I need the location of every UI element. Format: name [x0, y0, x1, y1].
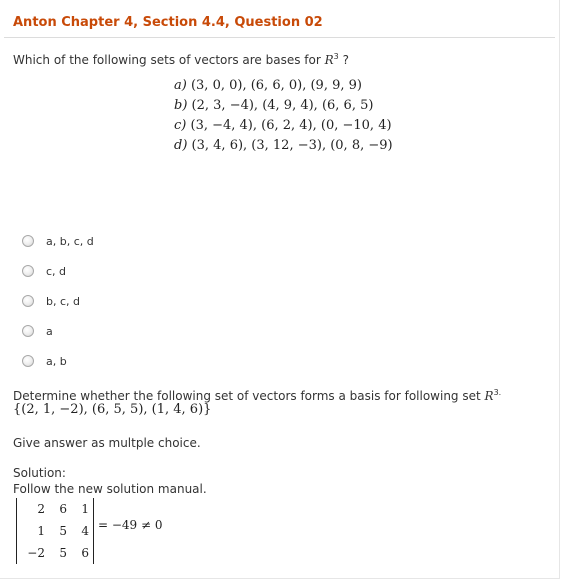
vector-set-key: b) — [174, 98, 188, 113]
vector-set-key: c) — [174, 118, 187, 133]
vector-set-a: a) (3, 0, 0), (6, 6, 0), (9, 9, 9) — [174, 76, 393, 96]
vector-set-list: a) (3, 0, 0), (6, 6, 0), (9, 9, 9) b) (2… — [174, 76, 393, 156]
vector-set-key: d) — [174, 138, 188, 153]
answer-option-4[interactable]: a — [22, 316, 94, 346]
vector-set-d: d) (3, 4, 6), (3, 12, −3), (0, 8, −9) — [174, 136, 393, 156]
vector-set-text: (3, 4, 6), (3, 12, −3), (0, 8, −9) — [191, 138, 393, 153]
vector-set: {(2, 1, −2), (6, 5, 5), (1, 4, 6)} — [13, 402, 212, 417]
matrix-row: −2 5 6 — [17, 542, 93, 564]
question-space: R — [324, 53, 334, 67]
title-divider — [4, 37, 555, 38]
matrix-row: 2 6 1 — [17, 498, 93, 520]
radio-button[interactable] — [22, 355, 34, 367]
solution-label: Solution: — [13, 466, 66, 480]
matrix-cell: 4 — [81, 524, 89, 538]
vector-set-c: c) (3, −4, 4), (6, 2, 4), (0, −10, 4) — [174, 116, 393, 136]
matrix-cell: 1 — [81, 502, 89, 516]
answer-option-1[interactable]: a, b, c, d — [22, 226, 94, 256]
matrix-cell: 1 — [37, 524, 45, 538]
question-suffix: ? — [338, 53, 349, 67]
determine-exponent: 3. — [493, 388, 502, 397]
answer-option-label: a, b — [46, 354, 67, 368]
matrix-row: 1 5 4 — [17, 520, 93, 542]
radio-button[interactable] — [22, 325, 34, 337]
determine-prefix: Determine whether the following set of v… — [13, 389, 485, 403]
instruction-text: Give answer as multple choice. — [13, 436, 201, 450]
determine-text: Determine whether the following set of v… — [13, 388, 501, 403]
matrix-cell: 5 — [59, 524, 67, 538]
solution-note: Follow the new solution manual. — [13, 482, 207, 496]
question-prefix: Which of the following sets of vectors a… — [13, 53, 325, 67]
vector-set-text: (3, 0, 0), (6, 6, 0), (9, 9, 9) — [190, 78, 362, 93]
vector-set-key: a) — [174, 78, 187, 93]
answer-option-label: c, d — [46, 264, 67, 278]
matrix-cell: 2 — [37, 502, 45, 516]
matrix-cell: −2 — [27, 546, 45, 560]
vector-set-b: b) (2, 3, −4), (4, 9, 4), (6, 6, 5) — [174, 96, 393, 116]
radio-button[interactable] — [22, 295, 34, 307]
determinant-result: = −49 ≠ 0 — [98, 518, 163, 532]
vector-set-text: (2, 3, −4), (4, 9, 4), (6, 6, 5) — [191, 98, 374, 113]
matrix-cell: 5 — [59, 546, 67, 560]
determinant-matrix: 2 6 1 1 5 4 −2 5 6 — [16, 498, 94, 564]
radio-button[interactable] — [22, 265, 34, 277]
answer-options: a, b, c, d c, d b, c, d a a, b — [22, 226, 94, 376]
radio-button[interactable] — [22, 235, 34, 247]
vector-set-text: (3, −4, 4), (6, 2, 4), (0, −10, 4) — [190, 118, 392, 133]
answer-option-label: a, b, c, d — [46, 234, 94, 248]
question-title: Anton Chapter 4, Section 4.4, Question 0… — [13, 15, 323, 30]
matrix-cell: 6 — [59, 502, 67, 516]
answer-option-5[interactable]: a, b — [22, 346, 94, 376]
answer-option-label: a — [46, 324, 53, 338]
matrix-cell: 6 — [81, 546, 89, 560]
determine-space: R — [484, 389, 494, 403]
answer-option-2[interactable]: c, d — [22, 256, 94, 286]
question-text: Which of the following sets of vectors a… — [13, 52, 349, 67]
answer-option-label: b, c, d — [46, 294, 80, 308]
answer-option-3[interactable]: b, c, d — [22, 286, 94, 316]
